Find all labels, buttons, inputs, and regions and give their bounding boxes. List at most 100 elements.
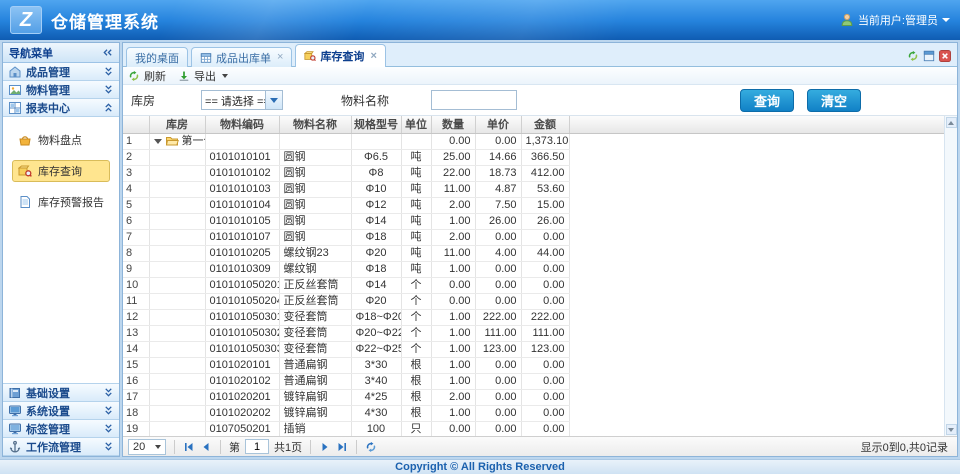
cell-amount: 0.00 xyxy=(521,357,569,373)
cell-filler xyxy=(569,405,944,421)
sidebar-group-header[interactable]: 工作流管理 xyxy=(3,438,119,456)
clear-button[interactable]: 清空 xyxy=(807,89,861,112)
cell-filler xyxy=(569,373,944,389)
tab-close-icon[interactable]: × xyxy=(370,51,376,62)
last-page-icon[interactable] xyxy=(336,441,348,453)
table-row[interactable]: 180101020202镀锌扁钢4*30根1.000.000.00 xyxy=(123,405,944,421)
tab-active[interactable]: 库存查询× xyxy=(295,44,385,67)
sidebar: 导航菜单 成品管理物料管理报表中心物料盘点库存查询库存预警报告基础设置系统设置标… xyxy=(2,42,120,457)
next-page-icon[interactable] xyxy=(319,441,331,453)
table-row[interactable]: 170101020201镀锌扁钢4*25根2.000.000.00 xyxy=(123,389,944,405)
column-header[interactable]: 规格型号 xyxy=(351,116,401,133)
table-row[interactable]: 190107050201插销100只0.000.000.00 xyxy=(123,421,944,436)
chevron-up-icon[interactable] xyxy=(103,102,114,113)
table-row[interactable]: 14010101050303变径套筒Φ22~Φ25个1.00123.00123.… xyxy=(123,341,944,357)
cell-quantity: 11.00 xyxy=(431,245,475,261)
sidebar-item-label: 库存预警报告 xyxy=(38,194,104,210)
sidebar-group-header[interactable]: 标签管理 xyxy=(3,420,119,438)
table-row[interactable]: 10010101050201正反丝套筒Φ14个0.000.000.00 xyxy=(123,277,944,293)
scroll-up-icon[interactable] xyxy=(946,117,957,128)
sidebar-group-header[interactable]: 系统设置 xyxy=(3,402,119,420)
table-row[interactable]: 160101020102普通扁钢3*40根1.000.000.00 xyxy=(123,373,944,389)
sidebar-group-header[interactable]: 成品管理 xyxy=(3,63,119,81)
chevron-down-icon[interactable] xyxy=(103,84,114,95)
prev-page-icon[interactable] xyxy=(200,441,212,453)
column-header[interactable]: 数量 xyxy=(431,116,475,133)
cell-quantity: 1.00 xyxy=(431,357,475,373)
maximize-icon[interactable] xyxy=(923,50,935,62)
close-icon[interactable] xyxy=(939,50,951,62)
chevron-down-icon[interactable] xyxy=(103,441,114,452)
table-row[interactable]: 90101010309螺纹钢Φ18吨1.000.000.00 xyxy=(123,261,944,277)
sidebar-group-header[interactable]: 物料管理 xyxy=(3,81,119,99)
grid-scrollbar[interactable] xyxy=(944,116,957,436)
table-row[interactable]: 50101010104圆钢Φ12吨2.007.5015.00 xyxy=(123,197,944,213)
cell-warehouse xyxy=(149,165,205,181)
cell-filler xyxy=(569,197,944,213)
column-header[interactable]: 单位 xyxy=(401,116,431,133)
combo-arrow-icon[interactable] xyxy=(265,91,282,109)
row-number: 9 xyxy=(123,261,149,277)
row-number: 4 xyxy=(123,181,149,197)
refresh-button[interactable]: 刷新 xyxy=(128,68,166,84)
material-name-input[interactable] xyxy=(431,90,517,110)
page-size-select[interactable]: 20 xyxy=(128,439,166,455)
tab[interactable]: 我的桌面 xyxy=(126,47,188,67)
cell-material-code: 0101010205 xyxy=(205,245,279,261)
table-row[interactable]: 40101010103圆钢Φ10吨11.004.8753.60 xyxy=(123,181,944,197)
export-button[interactable]: 导出 xyxy=(178,68,228,84)
table-row[interactable]: 11010101050204正反丝套筒Φ20个0.000.000.00 xyxy=(123,293,944,309)
column-header[interactable]: 物料名称 xyxy=(279,116,351,133)
chevron-down-icon[interactable] xyxy=(103,423,114,434)
first-page-icon[interactable] xyxy=(183,441,195,453)
panel-refresh-icon[interactable] xyxy=(907,50,919,62)
query-button[interactable]: 查询 xyxy=(740,89,794,112)
table-row[interactable]: 60101010105圆钢Φ14吨1.0026.0026.00 xyxy=(123,213,944,229)
tree-expand-icon[interactable] xyxy=(154,139,162,144)
collapse-sidebar-icon[interactable] xyxy=(102,47,113,58)
column-header[interactable]: 单价 xyxy=(475,116,521,133)
sidebar-group-header[interactable]: 基础设置 xyxy=(3,384,119,402)
cell-unit: 个 xyxy=(401,277,431,293)
chevron-down-icon[interactable] xyxy=(103,66,114,77)
cell-material-code: 0101010102 xyxy=(205,165,279,181)
cell-spec: Φ20~Φ22 xyxy=(351,325,401,341)
sidebar-item-link[interactable]: 库存预警报告 xyxy=(12,191,110,213)
table-row[interactable]: 70101010107圆钢Φ18吨2.000.000.00 xyxy=(123,229,944,245)
cell-unit: 个 xyxy=(401,293,431,309)
warehouse-select[interactable]: == 请选择 == xyxy=(201,90,283,110)
cell-quantity: 1.00 xyxy=(431,325,475,341)
export-dropdown-icon[interactable] xyxy=(222,74,228,78)
table-row[interactable]: 1第一仓库0.000.001,373.10 xyxy=(123,133,944,149)
table-row[interactable]: 150101020101普通扁钢3*30根1.000.000.00 xyxy=(123,357,944,373)
scroll-down-icon[interactable] xyxy=(946,424,957,435)
cell-amount: 0.00 xyxy=(521,293,569,309)
chevron-down-icon[interactable] xyxy=(103,387,114,398)
row-number: 11 xyxy=(123,293,149,309)
table-row[interactable]: 13010101050302变径套筒Φ20~Φ22个1.00111.00111.… xyxy=(123,325,944,341)
column-header[interactable]: 金额 xyxy=(521,116,569,133)
sidebar-item-selected[interactable]: 库存查询 xyxy=(12,160,110,182)
tab[interactable]: 成品出库单× xyxy=(191,47,292,67)
table-row[interactable]: 30101010102圆钢Φ8吨22.0018.73412.00 xyxy=(123,165,944,181)
page-number-input[interactable] xyxy=(245,439,269,454)
materials-icon xyxy=(8,83,22,97)
reload-grid-icon[interactable] xyxy=(365,441,377,453)
chevron-down-icon[interactable] xyxy=(103,405,114,416)
table-row[interactable]: 20101010101圆钢Φ6.5吨25.0014.66366.50 xyxy=(123,149,944,165)
cell-filler xyxy=(569,133,944,149)
tab-close-icon[interactable]: × xyxy=(277,52,283,63)
sidebar-group-header[interactable]: 报表中心 xyxy=(3,99,119,117)
sidebar-item-link[interactable]: 物料盘点 xyxy=(12,129,110,151)
table-row[interactable]: 80101010205螺纹钢23Φ20吨11.004.0044.00 xyxy=(123,245,944,261)
column-header[interactable]: 库房 xyxy=(149,116,205,133)
app-title: 仓储管理系统 xyxy=(51,8,159,33)
cell-material-name xyxy=(279,133,351,149)
cell-material-code: 0101010309 xyxy=(205,261,279,277)
cell-unit-price: 18.73 xyxy=(475,165,521,181)
user-menu[interactable]: 当前用户:管理员 xyxy=(840,12,950,28)
cell-amount: 0.00 xyxy=(521,261,569,277)
cell-material-name: 螺纹钢 xyxy=(279,261,351,277)
column-header[interactable]: 物料编码 xyxy=(205,116,279,133)
table-row[interactable]: 12010101050301变径套筒Φ18~Φ20个1.00222.00222.… xyxy=(123,309,944,325)
